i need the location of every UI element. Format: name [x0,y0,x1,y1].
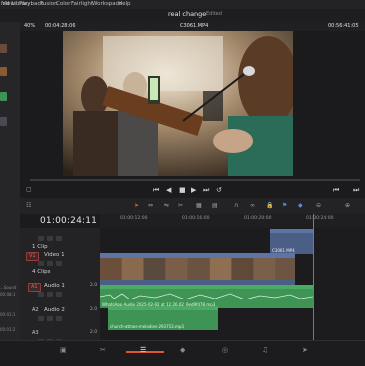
zoom-out-icon[interactable]: ⊖ [316,202,321,209]
ruler-tick: 01:00:16:00 [182,216,210,221]
linked-selection-icon[interactable]: ∞ [250,202,255,209]
cut-page-icon[interactable]: ✂ [100,346,106,354]
track-lock-icon[interactable] [38,236,44,241]
media-thumbnail[interactable] [0,67,7,76]
media-duration: 00:01:1 [0,312,16,317]
flag-icon[interactable]: ⚑ [282,202,287,209]
title-bar: real change Edited [0,9,365,22]
trim-tool-icon[interactable]: ⇔ [148,202,153,209]
color-page-icon[interactable]: ◎ [222,346,228,354]
selection-tool-icon[interactable]: ➤ [134,202,139,209]
track-a1-badge[interactable]: A1 [28,283,41,292]
dynamic-trim-icon[interactable]: ⇋ [164,202,169,209]
media-thumbnail[interactable] [0,92,7,101]
insert-clip-icon[interactable]: ▤ [212,202,218,209]
media-duration: 00:01:2 [0,327,16,332]
track-v1-name[interactable]: Video 1 [44,252,65,258]
audio-clip-a2[interactable]: church-atmos-melodies-293753.mp3 [108,306,218,330]
transport-controls: ▢ ⏮ ◀ ■ ▶ ⏭ ↺ ⏮ ⏭ [20,176,365,198]
clip-name: C3061.MP4 [180,23,209,29]
fairlight-page-icon[interactable]: ♫ [262,346,268,354]
skip-to-end-icon[interactable]: ⏭ [203,186,209,195]
deliver-page-icon[interactable]: ➤ [302,346,308,354]
marker-icon[interactable]: ◆ [298,202,303,209]
track-auto-select-icon[interactable] [47,261,53,266]
video-clip-v2[interactable]: C3061.MP4 [270,229,313,254]
ruler-tick: 01:00:12:00 [120,216,148,221]
track-toggle-icon[interactable] [56,236,62,241]
track-a2-name[interactable]: Audio 2 [44,307,65,313]
position-lock-icon[interactable]: 🔒 [266,202,273,209]
menu-item-help[interactable]: Help [118,0,131,9]
track-lock-icon[interactable] [38,292,44,297]
previous-edit-icon[interactable]: ⏮ [333,186,339,195]
overwrite-clip-icon[interactable]: ▦ [196,202,202,209]
play-reverse-icon[interactable]: ◀ [166,186,171,194]
audio-waveform [100,293,313,299]
track-v2-clip-count: 1 Clip [32,244,48,250]
video-clip-v1[interactable] [100,253,295,285]
ruler-tick: 01:00:20:00 [244,216,272,221]
menu-item-fusion[interactable]: Fusion [40,0,58,9]
clip-label: church-atmos-melodies-293753.mp3 [110,324,184,329]
track-auto-select-icon[interactable] [47,236,53,241]
stop-icon[interactable]: ■ [179,186,186,194]
snapping-icon[interactable]: ∩ [234,202,238,209]
media-label: ...Sound [0,285,17,290]
project-status: Edited [206,11,222,17]
track-mute-icon[interactable] [56,292,62,297]
fusion-page-icon[interactable]: ◆ [180,346,185,354]
loop-icon[interactable]: ↺ [216,186,222,194]
media-duration: 00:08:1 [0,292,16,297]
audio-clip-a1[interactable]: WhatsApp Audio 2025-02-02 at 12.26.02_6e… [100,285,313,308]
track-a1-name[interactable]: Audio 1 [44,283,65,289]
media-page-icon[interactable]: ▣ [60,346,67,354]
track-toggle-icon[interactable] [56,261,62,266]
timeline-timecode: 01:00:24:11 [40,216,98,226]
timeline-view-icon[interactable]: ☷ [26,202,31,209]
track-a3-level: 2.0 [90,330,98,335]
menu-item-color[interactable]: Color [56,0,70,9]
media-pool-panel: ...Sound 00:08:1 00:01:1 00:01:2 00:01:0 [0,22,20,365]
menu-item-fairlight[interactable]: Fairlight [71,0,93,9]
track-v1-clip-count: 4 Clips [32,269,51,275]
scrub-bar[interactable] [30,179,360,181]
zoom-level[interactable]: 40% [24,22,35,31]
video-frame-image [63,31,293,176]
zoom-in-icon[interactable]: ⊕ [345,202,350,209]
record-timecode: 00:56:41:05 [328,23,359,29]
timeline-ruler[interactable]: 01:00:12:00 01:00:16:00 01:00:20:00 01:0… [100,214,365,228]
media-thumbnail[interactable] [0,44,7,53]
track-a2-level: 2.0 [90,307,98,312]
track-a1-level: 2.0 [90,283,98,288]
next-edit-icon[interactable]: ⏭ [353,186,359,195]
play-icon[interactable]: ▶ [191,186,196,194]
blade-tool-icon[interactable]: ✂ [178,202,183,209]
project-title: real change [168,10,207,18]
track-mute-icon[interactable] [56,316,62,321]
viewer-options-icon[interactable]: ▢ [26,186,32,193]
source-timecode: 00:04:28:06 [45,23,76,29]
edit-page-icon[interactable]: ☰ [140,346,146,354]
menu-item-view[interactable]: View [2,0,15,9]
track-v1-badge[interactable]: V1 [26,252,39,261]
track-a2-badge[interactable]: A2 [30,307,41,314]
track-lock-icon[interactable] [38,316,44,321]
menu-bar: ind Library _ View Playback Fusion Color… [0,0,365,9]
page-navigation-bar: ▣ ✂ ☰ ◆ ◎ ♫ ➤ [0,340,365,366]
skip-to-start-icon[interactable]: ⏮ [153,186,159,195]
video-viewer[interactable] [63,31,293,176]
edit-toolbar: ☷ ➤ ⇔ ⇋ ✂ ▦ ▤ ∩ ∞ 🔒 ⚑ ◆ ⊖ ⊕ [20,198,365,214]
ruler-tick: 01:00:24:00 [306,216,334,221]
viewer-header: 40% 00:04:28:06 C3061.MP4 00:56:41:05 [20,22,365,31]
track-solo-icon[interactable] [47,316,53,321]
track-solo-icon[interactable] [47,292,53,297]
track-a3-badge[interactable]: A3 [30,330,41,337]
media-thumbnail[interactable] [0,117,7,126]
track-lock-icon[interactable] [38,261,44,266]
